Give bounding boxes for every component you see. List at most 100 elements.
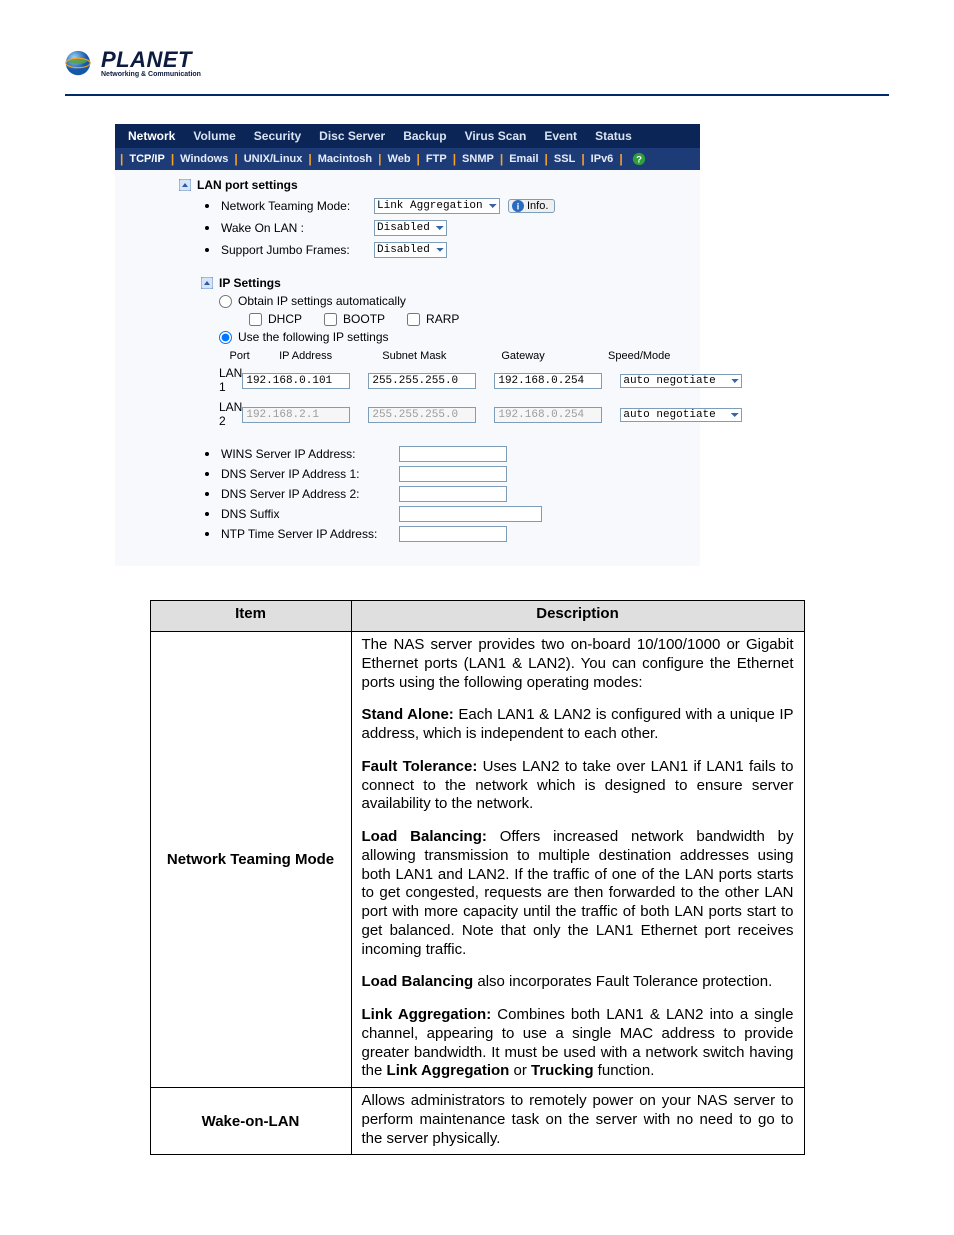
bullet-icon [205, 204, 209, 208]
checkbox-bootp-label: BOOTP [343, 312, 385, 326]
table-row: Wake-on-LAN Allows administrators to rem… [150, 1088, 804, 1155]
col-speed: Speed/Mode [586, 350, 692, 366]
help-icon[interactable]: ? [632, 152, 646, 166]
wins-label: WINS Server IP Address: [221, 447, 391, 461]
checkbox-dhcp[interactable] [249, 313, 262, 326]
subnav-email[interactable]: Email [506, 148, 541, 170]
bullet-icon [205, 226, 209, 230]
doc-text: function. [594, 1062, 655, 1079]
nav-tab-disc-server[interactable]: Disc Server [310, 124, 394, 148]
lan2-ip-input [242, 407, 350, 423]
radio-auto-ip[interactable] [219, 295, 232, 308]
lan1-ip-input[interactable] [242, 373, 350, 389]
lan1-mask-input[interactable] [368, 373, 476, 389]
doc-text: Allows administrators to remotely power … [362, 1092, 794, 1147]
nav-tab-security[interactable]: Security [245, 124, 310, 148]
brand-tagline: Networking & Communication [101, 71, 201, 78]
bullet-icon [205, 472, 209, 476]
nav-tab-event[interactable]: Event [535, 124, 586, 148]
radio-manual-ip[interactable] [219, 331, 232, 344]
dns1-label: DNS Server IP Address 1: [221, 467, 391, 481]
checkbox-rarp-label: RARP [426, 312, 459, 326]
lan2-gw-input [494, 407, 602, 423]
teaming-mode-select[interactable]: Link Aggregation [374, 198, 500, 214]
wol-select[interactable]: Disabled [374, 220, 447, 236]
nav-tab-backup[interactable]: Backup [394, 124, 455, 148]
document-page: PLANET Networking & Communication Networ… [0, 0, 954, 1195]
bullet-icon [205, 248, 209, 252]
ntp-input[interactable] [399, 526, 507, 542]
radio-manual-ip-label: Use the following IP settings [238, 330, 389, 344]
doc-text: Offers increased network bandwidth by al… [362, 828, 794, 958]
port-label-lan1: LAN 1 [219, 366, 242, 394]
checkbox-bootp[interactable] [324, 313, 337, 326]
subnav-ssl[interactable]: SSL [551, 148, 578, 170]
nav-tab-volume[interactable]: Volume [184, 124, 244, 148]
bullet-icon [205, 452, 209, 456]
brand-logo: PLANET Networking & Communication [63, 48, 889, 78]
suffix-input[interactable] [399, 506, 542, 522]
info-icon: i [512, 200, 524, 212]
ip-settings-heading: IP Settings [219, 276, 281, 290]
lan1-speed-select[interactable]: auto negotiate [620, 374, 742, 388]
bullet-icon [205, 492, 209, 496]
doc-text: The NAS server provides two on-board 10/… [362, 636, 794, 691]
dns2-label: DNS Server IP Address 2: [221, 487, 391, 501]
doc-desc-wol: Allows administrators to remotely power … [351, 1088, 804, 1155]
info-button[interactable]: i Info. [508, 199, 555, 213]
doc-lead: Fault Tolerance: [362, 758, 478, 775]
info-button-label: Info. [527, 200, 548, 212]
ntp-label: NTP Time Server IP Address: [221, 527, 391, 541]
settings-panel: LAN port settings Network Teaming Mode: … [115, 170, 700, 566]
doc-bold: Trucking [531, 1062, 594, 1079]
nav-tab-virus-scan[interactable]: Virus Scan [456, 124, 536, 148]
dns1-input[interactable] [399, 466, 507, 482]
table-row: LAN 1 auto negotiate [219, 366, 692, 394]
lan-port-heading: LAN port settings [197, 178, 298, 192]
dns2-input[interactable] [399, 486, 507, 502]
lan2-mask-input [368, 407, 476, 423]
jumbo-label: Support Jumbo Frames: [221, 243, 366, 257]
jumbo-select[interactable]: Disabled [374, 242, 447, 258]
header-divider [65, 94, 889, 96]
wol-label: Wake On LAN : [221, 221, 366, 235]
ip-table: Port IP Address Subnet Mask Gateway Spee… [219, 350, 692, 428]
wins-input[interactable] [399, 446, 507, 462]
subnav-unix[interactable]: UNIX/Linux [241, 148, 306, 170]
collapse-arrow-icon[interactable] [179, 179, 191, 191]
subnav-windows[interactable]: Windows [177, 148, 231, 170]
globe-icon [63, 48, 93, 78]
subnav-web[interactable]: Web [385, 148, 414, 170]
subnav-tcpip[interactable]: TCP/IP [126, 148, 167, 170]
doc-text: also incorporates Fault Tolerance protec… [473, 973, 772, 990]
doc-desc-teaming: The NAS server provides two on-board 10/… [351, 632, 804, 1088]
nav-tab-network[interactable]: Network [119, 124, 184, 148]
teaming-mode-label: Network Teaming Mode: [221, 199, 366, 213]
doc-table: Item Description Network Teaming Mode Th… [150, 600, 805, 1155]
nav-tab-status[interactable]: Status [586, 124, 641, 148]
doc-lead: Load Balancing [362, 973, 474, 990]
doc-header-item: Item [150, 601, 351, 632]
checkbox-dhcp-label: DHCP [268, 312, 302, 326]
svg-text:i: i [517, 202, 520, 212]
doc-item-teaming: Network Teaming Mode [150, 632, 351, 1088]
brand-name: PLANET [101, 49, 201, 71]
radio-auto-ip-label: Obtain IP settings automatically [238, 294, 406, 308]
doc-lead: Stand Alone: [362, 706, 454, 723]
col-gw: Gateway [478, 350, 569, 366]
subnav-ipv6[interactable]: IPv6 [588, 148, 617, 170]
collapse-arrow-icon[interactable] [201, 277, 213, 289]
port-label-lan2: LAN 2 [219, 400, 242, 428]
checkbox-rarp[interactable] [407, 313, 420, 326]
col-mask: Subnet Mask [369, 350, 460, 366]
lan1-gw-input[interactable] [494, 373, 602, 389]
bullet-icon [205, 512, 209, 516]
section-lan-port: LAN port settings Network Teaming Mode: … [123, 178, 692, 258]
lan2-speed-select[interactable]: auto negotiate [620, 408, 742, 422]
subnav-snmp[interactable]: SNMP [459, 148, 497, 170]
table-row: Network Teaming Mode The NAS server prov… [150, 632, 804, 1088]
suffix-label: DNS Suffix [221, 507, 391, 521]
sub-nav: |TCP/IP |Windows |UNIX/Linux |Macintosh … [115, 148, 700, 170]
subnav-macintosh[interactable]: Macintosh [315, 148, 375, 170]
subnav-ftp[interactable]: FTP [423, 148, 450, 170]
